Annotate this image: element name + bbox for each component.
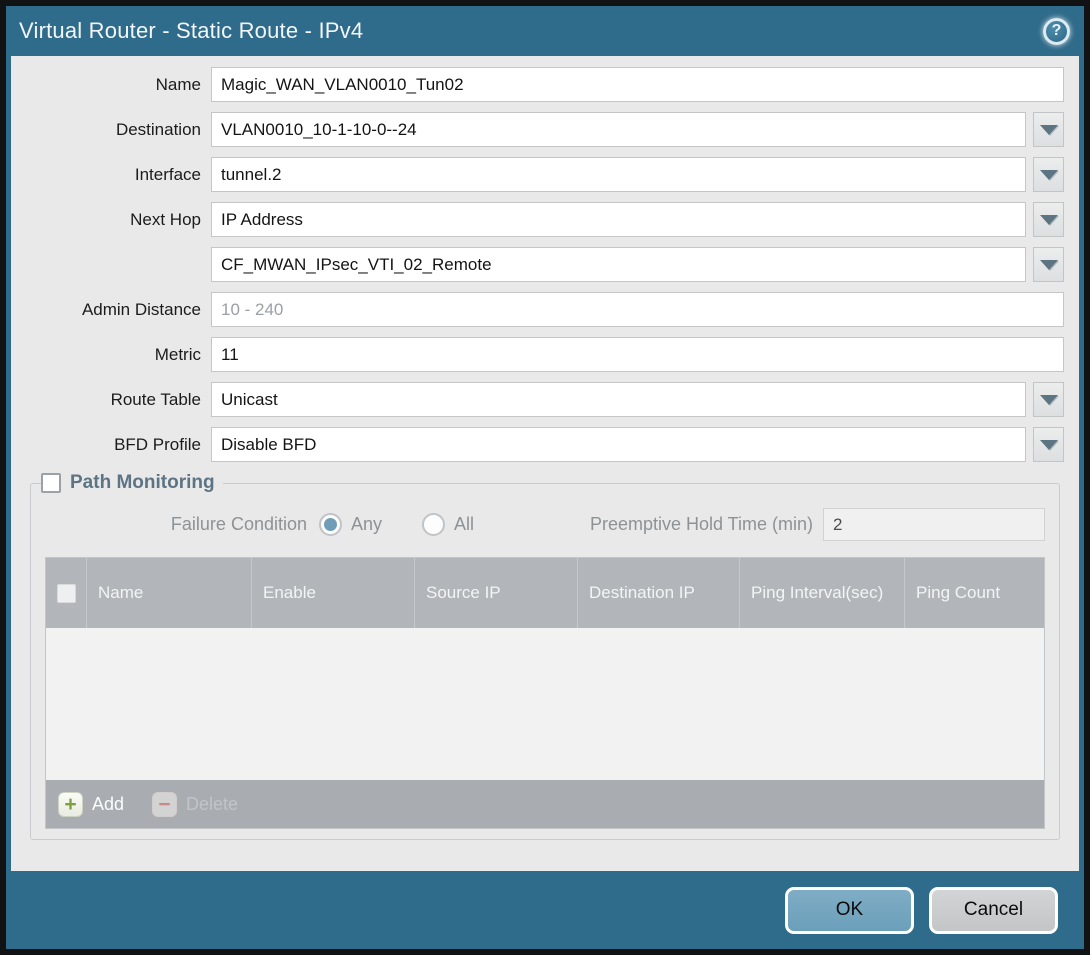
metric-row: Metric <box>26 337 1064 372</box>
destination-row: Destination <box>26 112 1064 147</box>
add-button-label: Add <box>92 794 124 815</box>
next-hop-label: Next Hop <box>26 210 211 230</box>
metric-input[interactable] <box>211 337 1064 372</box>
chevron-down-icon <box>1040 170 1058 180</box>
radio-any <box>319 513 342 536</box>
path-monitoring-checkbox[interactable] <box>41 473 61 493</box>
admin-distance-row: Admin Distance <box>26 292 1064 327</box>
chevron-down-icon <box>1040 440 1058 450</box>
path-monitoring-group: Path Monitoring Failure Condition Any Al… <box>30 472 1060 840</box>
failure-condition-all-option: All <box>422 513 474 536</box>
chevron-down-icon <box>1040 125 1058 135</box>
dialog-title: Virtual Router - Static Route - IPv4 <box>19 18 363 44</box>
title-bar: Virtual Router - Static Route - IPv4 ? <box>6 6 1084 56</box>
column-header-enable: Enable <box>251 558 414 628</box>
metric-label: Metric <box>26 345 211 365</box>
route-table-row: Route Table <box>26 382 1064 417</box>
route-table-label: Route Table <box>26 390 211 410</box>
table-toolbar: + Add − Delete <box>46 780 1044 828</box>
preemptive-hold-time-label: Preemptive Hold Time (min) <box>590 514 813 535</box>
preemptive-hold-time-input <box>823 508 1045 541</box>
radio-all <box>422 513 445 536</box>
column-header-destination-ip: Destination IP <box>577 558 739 628</box>
bfd-profile-input[interactable] <box>211 427 1026 462</box>
help-icon[interactable]: ? <box>1043 18 1070 45</box>
preemptive-hold-time-group: Preemptive Hold Time (min) <box>590 508 1045 541</box>
delete-button: − Delete <box>152 792 238 817</box>
interface-dropdown-button[interactable] <box>1033 157 1064 192</box>
path-monitoring-title: Path Monitoring <box>70 472 215 494</box>
dialog-window: Virtual Router - Static Route - IPv4 ? N… <box>0 0 1090 955</box>
interface-row: Interface <box>26 157 1064 192</box>
admin-distance-input[interactable] <box>211 292 1064 327</box>
bfd-profile-label: BFD Profile <box>26 435 211 455</box>
table-header-checkbox-cell <box>46 558 86 628</box>
add-button[interactable]: + Add <box>58 792 124 817</box>
ok-button[interactable]: OK <box>785 887 914 934</box>
column-header-name: Name <box>86 558 251 628</box>
column-header-ping-count: Ping Count <box>904 558 1044 628</box>
table-body-empty <box>46 628 1044 780</box>
dialog-frame: Virtual Router - Static Route - IPv4 ? N… <box>6 6 1084 949</box>
name-label: Name <box>26 75 211 95</box>
bfd-profile-dropdown-button[interactable] <box>1033 427 1064 462</box>
next-hop-address-dropdown-button[interactable] <box>1033 247 1064 282</box>
interface-label: Interface <box>26 165 211 185</box>
cancel-button[interactable]: Cancel <box>929 887 1058 934</box>
column-header-source-ip: Source IP <box>414 558 577 628</box>
failure-condition-row: Failure Condition Any All Preemptive Hol… <box>45 508 1045 541</box>
column-header-ping-interval: Ping Interval(sec) <box>739 558 904 628</box>
delete-button-label: Delete <box>186 794 238 815</box>
table-header-row: Name Enable Source IP Destination IP Pin… <box>46 558 1044 628</box>
destination-label: Destination <box>26 120 211 140</box>
route-table-input[interactable] <box>211 382 1026 417</box>
chevron-down-icon <box>1040 260 1058 270</box>
route-table-dropdown-button[interactable] <box>1033 382 1064 417</box>
next-hop-address-input[interactable] <box>211 247 1026 282</box>
interface-input[interactable] <box>211 157 1026 192</box>
minus-icon: − <box>152 792 177 817</box>
path-monitoring-table: Name Enable Source IP Destination IP Pin… <box>45 557 1045 829</box>
plus-icon: + <box>58 792 83 817</box>
admin-distance-label: Admin Distance <box>26 300 211 320</box>
failure-condition-label: Failure Condition <box>45 514 307 535</box>
dialog-footer: OK Cancel <box>6 871 1084 949</box>
destination-input[interactable] <box>211 112 1026 147</box>
radio-selected-dot <box>324 518 337 531</box>
chevron-down-icon <box>1040 395 1058 405</box>
bfd-profile-row: BFD Profile <box>26 427 1064 462</box>
radio-any-label: Any <box>351 514 382 535</box>
radio-all-label: All <box>454 514 474 535</box>
dialog-content: Name Destination Interface <box>11 56 1079 871</box>
select-all-checkbox <box>57 584 76 603</box>
chevron-down-icon <box>1040 215 1058 225</box>
next-hop-type-input[interactable] <box>211 202 1026 237</box>
failure-condition-any-option: Any <box>319 513 382 536</box>
next-hop-address-row <box>26 247 1064 282</box>
name-input[interactable] <box>211 67 1064 102</box>
destination-dropdown-button[interactable] <box>1033 112 1064 147</box>
name-row: Name <box>26 67 1064 102</box>
next-hop-type-dropdown-button[interactable] <box>1033 202 1064 237</box>
next-hop-row: Next Hop <box>26 202 1064 237</box>
path-monitoring-legend: Path Monitoring <box>41 472 223 494</box>
